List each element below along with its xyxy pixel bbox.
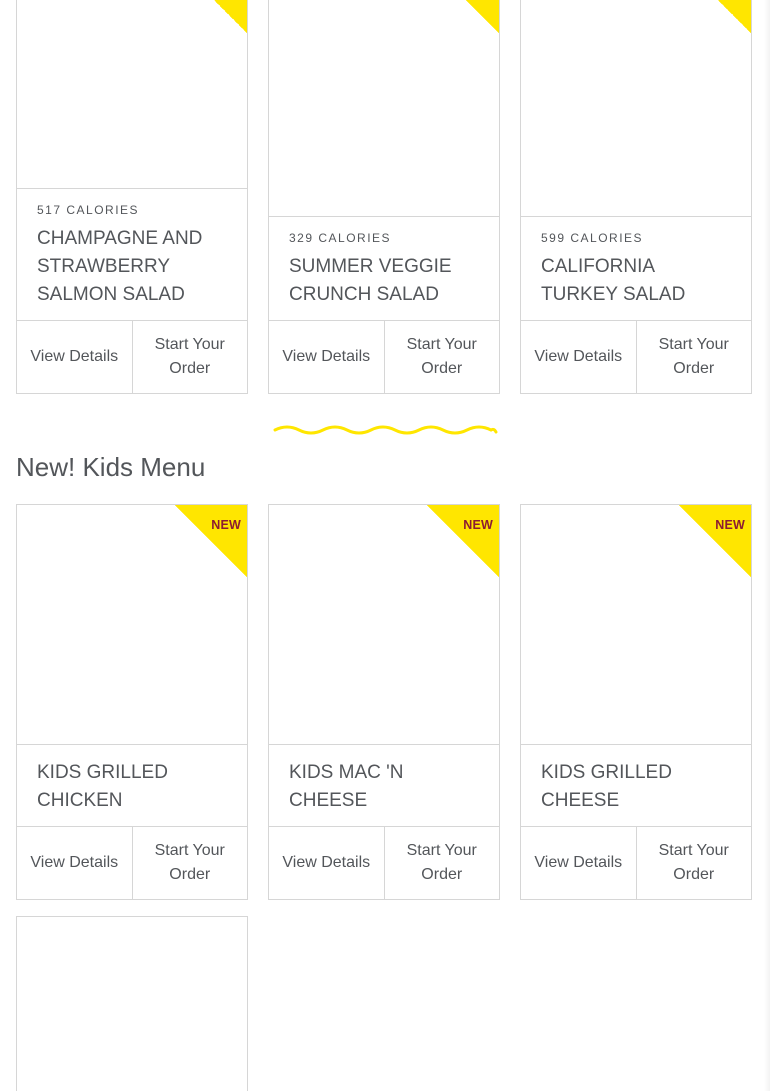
menu-item-info: KIDS MAC 'N CHEESE: [269, 744, 499, 826]
menu-item-image[interactable]: NEW: [521, 505, 751, 744]
view-details-button[interactable]: View Details: [521, 321, 636, 393]
start-order-button[interactable]: Start Your Order: [635, 827, 752, 899]
menu-item-image[interactable]: NEW: [17, 505, 247, 744]
menu-item-card[interactable]: NEW KIDS MAC 'N CHEESE View Details Star…: [268, 504, 500, 900]
menu-item-name[interactable]: KIDS MAC 'N CHEESE: [289, 759, 479, 815]
new-badge-label: NEW: [211, 518, 241, 532]
menu-item-card[interactable]: 599 CALORIES CALIFORNIA TURKEY SALAD Vie…: [520, 0, 752, 394]
start-order-button[interactable]: Start Your Order: [635, 321, 752, 393]
menu-item-name[interactable]: CALIFORNIA TURKEY SALAD: [541, 253, 731, 309]
new-badge: [175, 0, 247, 33]
menu-item-image[interactable]: [521, 0, 751, 216]
menu-item-name[interactable]: KIDS GRILLED CHEESE: [541, 759, 731, 815]
calories-label: 517 CALORIES: [37, 203, 140, 217]
card-actions: View Details Start Your Order: [521, 320, 751, 393]
card-actions: View Details Start Your Order: [17, 826, 247, 899]
start-order-button[interactable]: Start Your Order: [131, 321, 248, 393]
menu-item-name[interactable]: KIDS GRILLED CHICKEN: [37, 759, 227, 815]
menu-item-card[interactable]: NEW KIDS GRILLED CHEESE View Details Sta…: [520, 504, 752, 900]
start-order-button[interactable]: Start Your Order: [383, 321, 500, 393]
menu-item-info: 517 CALORIES CHAMPAGNE AND STRAWBERRY SA…: [17, 188, 247, 320]
menu-item-card[interactable]: [16, 916, 248, 1091]
view-details-button[interactable]: View Details: [17, 827, 132, 899]
view-details-button[interactable]: View Details: [269, 321, 384, 393]
menu-item-image[interactable]: [17, 917, 247, 1091]
view-details-button[interactable]: View Details: [17, 321, 132, 393]
menu-item-image[interactable]: [17, 0, 247, 188]
card-actions: View Details Start Your Order: [521, 826, 751, 899]
wavy-divider: [273, 425, 498, 435]
menu-item-card[interactable]: NEW KIDS GRILLED CHICKEN View Details St…: [16, 504, 248, 900]
section-title: New! Kids Menu: [16, 452, 206, 482]
calories-label: 329 CALORIES: [289, 231, 392, 245]
card-actions: View Details Start Your Order: [269, 826, 499, 899]
menu-item-info: KIDS GRILLED CHEESE: [521, 744, 751, 826]
new-badge: [175, 505, 247, 577]
menu-item-image[interactable]: NEW: [269, 505, 499, 744]
menu-item-info: KIDS GRILLED CHICKEN: [17, 744, 247, 826]
menu-item-info: 329 CALORIES SUMMER VEGGIE CRUNCH SALAD: [269, 216, 499, 320]
new-badge: [427, 505, 499, 577]
menu-item-name[interactable]: CHAMPAGNE AND STRAWBERRY SALMON SALAD: [37, 225, 227, 309]
new-badge: [679, 0, 751, 33]
new-badge: [427, 0, 499, 33]
card-actions: View Details Start Your Order: [17, 320, 247, 393]
view-details-button[interactable]: View Details: [269, 827, 384, 899]
scrollbar-track: [764, 0, 770, 1091]
calories-label: 599 CALORIES: [541, 231, 644, 245]
start-order-button[interactable]: Start Your Order: [383, 827, 500, 899]
view-details-button[interactable]: View Details: [521, 827, 636, 899]
start-order-button[interactable]: Start Your Order: [131, 827, 248, 899]
menu-item-info: 599 CALORIES CALIFORNIA TURKEY SALAD: [521, 216, 751, 320]
menu-item-image[interactable]: [269, 0, 499, 216]
menu-item-name[interactable]: SUMMER VEGGIE CRUNCH SALAD: [289, 253, 479, 309]
card-actions: View Details Start Your Order: [269, 320, 499, 393]
new-badge-label: NEW: [715, 518, 745, 532]
new-badge-label: NEW: [463, 518, 493, 532]
new-badge: [679, 505, 751, 577]
menu-item-card[interactable]: 329 CALORIES SUMMER VEGGIE CRUNCH SALAD …: [268, 0, 500, 394]
menu-item-card[interactable]: 517 CALORIES CHAMPAGNE AND STRAWBERRY SA…: [16, 0, 248, 394]
